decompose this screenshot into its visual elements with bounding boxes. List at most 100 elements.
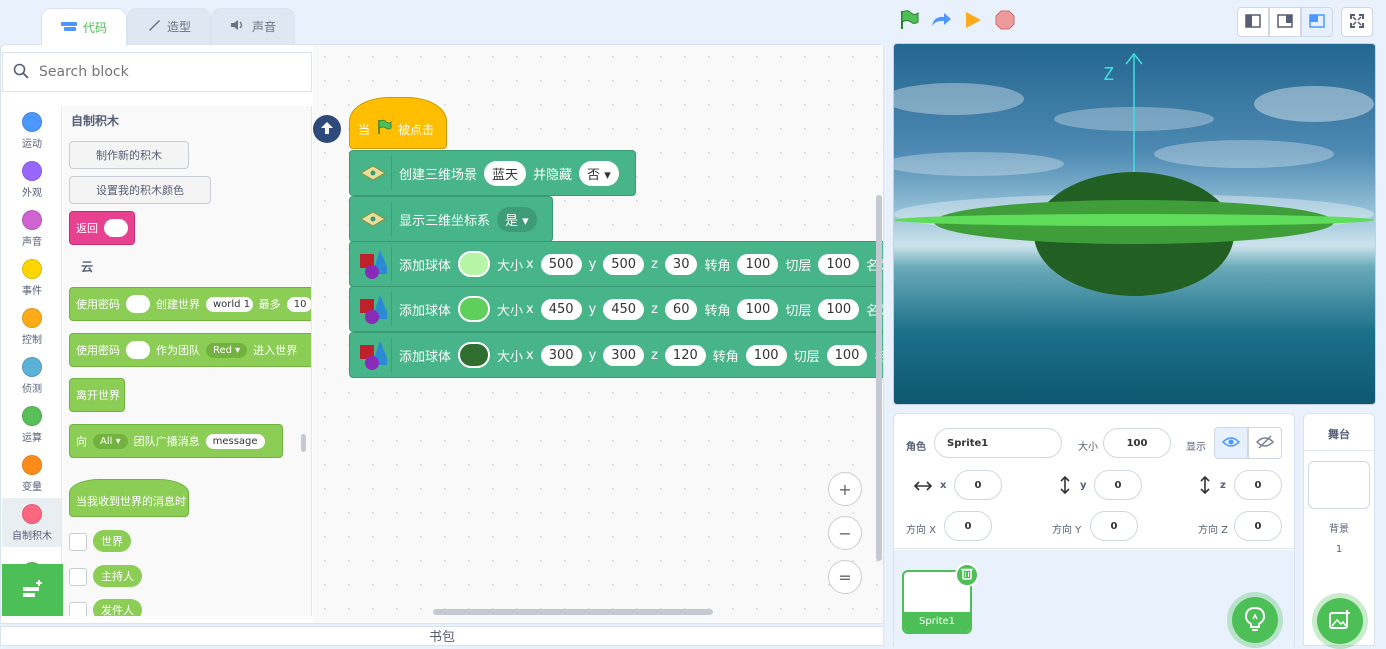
sphere-color-swatch[interactable] (458, 296, 491, 322)
sprite-name-field[interactable]: Sprite1 (934, 428, 1062, 458)
variable-checkbox[interactable] (69, 602, 87, 616)
rotation-input[interactable]: 100 (737, 298, 779, 320)
variable-sender[interactable]: 发件人 (93, 599, 142, 616)
size-field[interactable]: 100 (1103, 428, 1171, 458)
stage-canvas[interactable]: Z (893, 43, 1376, 405)
size-y-input[interactable]: 450 (603, 298, 645, 320)
palette-scrollbar[interactable] (301, 434, 306, 452)
variable-world[interactable]: 世界 (93, 530, 131, 552)
make-block-button[interactable]: 制作新的积木 (69, 141, 189, 169)
category-motion[interactable]: 运动 (2, 106, 61, 155)
rotation-input[interactable]: 100 (737, 253, 779, 275)
size-x-input[interactable]: 450 (540, 298, 582, 320)
fullscreen-button[interactable] (1341, 7, 1373, 37)
green-flag-button[interactable] (897, 9, 921, 33)
slice-input[interactable]: 100 (818, 253, 860, 275)
set-block-color-button[interactable]: 设置我的积木颜色 (69, 176, 211, 204)
y-field[interactable]: 0 (1094, 470, 1142, 500)
add-sphere-block[interactable]: 添加球体 大小 x 300 y 300 z 120 转角 100 切层 100 … (349, 332, 883, 378)
zoom-reset-button[interactable]: = (828, 560, 862, 594)
size-x-input[interactable]: 500 (540, 253, 582, 275)
category-control[interactable]: 控制 (2, 302, 61, 351)
script-area[interactable]: 当 被点击 创建三维场景 蓝天 并隐藏 否 ▾ 显示三维坐标系 是 ▾ 添加球体… (313, 45, 883, 623)
normal-stage-button[interactable] (1269, 7, 1301, 37)
turbo-button[interactable] (929, 9, 953, 33)
zoom-in-button[interactable]: + (828, 472, 862, 506)
slice-input[interactable]: 100 (818, 298, 860, 320)
x-field[interactable]: 0 (954, 470, 1002, 500)
category-sensing[interactable]: 侦测 (2, 351, 61, 400)
category-my-blocks[interactable]: 自制积木 (2, 498, 61, 547)
category-variables[interactable]: 变量 (2, 449, 61, 498)
tab-code[interactable]: 代码 (41, 8, 127, 45)
size-y-input[interactable]: 300 (603, 344, 645, 366)
variable-checkbox[interactable] (69, 533, 87, 551)
world-name-input[interactable]: world 1 (206, 296, 253, 312)
target-dropdown[interactable]: All ▾ (93, 433, 128, 449)
hide-dropdown[interactable]: 否 ▾ (579, 160, 619, 186)
stage-selector[interactable]: 舞台 背景 1 (1303, 413, 1375, 646)
delete-sprite-button[interactable] (955, 563, 979, 587)
category-more[interactable] (2, 547, 61, 564)
backdrop-thumbnail[interactable] (1308, 461, 1370, 509)
rotation-input[interactable]: 100 (745, 344, 787, 366)
create-3d-scene-block[interactable]: 创建三维场景 蓝天 并隐藏 否 ▾ (349, 150, 636, 196)
zoom-out-button[interactable]: − (828, 516, 862, 550)
receive-world-message-hat[interactable]: 当我收到世界的消息时 (69, 479, 189, 517)
hide-sprite-button[interactable] (1248, 427, 1282, 459)
return-block[interactable]: 返回 (69, 211, 135, 245)
show-axes-dropdown[interactable]: 是 ▾ (497, 206, 537, 232)
category-operators[interactable]: 运算 (2, 400, 61, 449)
add-sphere-block[interactable]: 添加球体 大小 x 450 y 450 z 60 转角 100 切层 100 名… (349, 286, 883, 332)
choose-backdrop-button[interactable] (1317, 598, 1363, 644)
dir-x-field[interactable]: 0 (944, 511, 992, 541)
tab-sounds[interactable]: 声音 (211, 8, 295, 44)
stop-button[interactable] (993, 9, 1017, 33)
team-dropdown[interactable]: Red ▾ (206, 342, 248, 358)
scene-type-input[interactable]: 蓝天 (484, 160, 527, 186)
create-world-block[interactable]: 使用密码 创建世界 world 1 最多 10 (69, 287, 311, 321)
dir-y-field[interactable]: 0 (1090, 511, 1138, 541)
join-world-block[interactable]: 使用密码 作为团队 Red ▾ 进入世界 (69, 333, 311, 367)
add-extension-button[interactable] (2, 564, 63, 616)
block-search[interactable] (2, 52, 312, 92)
tab-code-label: 代码 (82, 20, 107, 35)
choose-sprite-button[interactable] (1232, 597, 1278, 643)
small-stage-button[interactable] (1237, 7, 1269, 37)
scroll-up-button[interactable] (313, 115, 341, 143)
return-value-input[interactable] (104, 219, 128, 237)
category-events[interactable]: 事件 (2, 253, 61, 302)
tab-costumes[interactable]: 造型 (127, 8, 211, 44)
size-z-input[interactable]: 120 (664, 344, 706, 366)
sphere-color-swatch[interactable] (458, 342, 491, 368)
team-broadcast-block[interactable]: 向 All ▾ 团队广播消息 message (69, 424, 283, 458)
variable-host[interactable]: 主持人 (93, 565, 142, 587)
password-input[interactable] (126, 341, 150, 359)
show-3d-axes-block[interactable]: 显示三维坐标系 是 ▾ (349, 196, 553, 242)
when-flag-clicked-hat[interactable]: 当 被点击 (349, 97, 447, 149)
large-stage-button[interactable] (1301, 7, 1333, 37)
size-x-input[interactable]: 300 (540, 344, 582, 366)
add-sphere-block[interactable]: 添加球体 大小 x 500 y 500 z 30 转角 100 切层 100 名… (349, 241, 883, 287)
category-looks[interactable]: 外观 (2, 155, 61, 204)
leave-world-block[interactable]: 离开世界 (69, 378, 125, 412)
category-sound[interactable]: 声音 (2, 204, 61, 253)
vertical-scrollbar[interactable] (876, 195, 882, 561)
message-input[interactable]: message (205, 433, 265, 449)
z-field[interactable]: 0 (1234, 470, 1282, 500)
password-input[interactable] (126, 295, 150, 313)
size-z-input[interactable]: 30 (664, 253, 698, 275)
size-z-input[interactable]: 60 (664, 298, 698, 320)
size-y-input[interactable]: 500 (603, 253, 645, 275)
show-sprite-button[interactable] (1214, 427, 1248, 459)
size-label: 大小 (1078, 442, 1098, 453)
backpack[interactable]: 书包 (0, 626, 884, 646)
slice-input[interactable]: 100 (826, 344, 868, 366)
max-input[interactable]: 10 (286, 296, 311, 312)
variable-checkbox[interactable] (69, 568, 87, 586)
sphere-color-swatch[interactable] (458, 251, 491, 277)
start-button[interactable] (961, 9, 985, 33)
horizontal-scrollbar[interactable] (433, 609, 713, 615)
dir-z-field[interactable]: 0 (1234, 511, 1282, 541)
search-input[interactable] (39, 64, 289, 80)
